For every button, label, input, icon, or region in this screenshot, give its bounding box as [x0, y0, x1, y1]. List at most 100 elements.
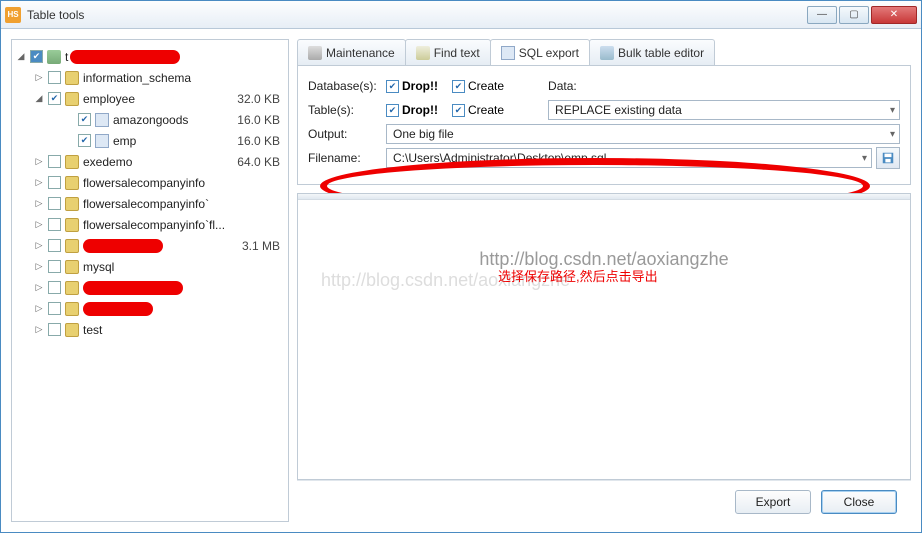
item-label: employee [83, 92, 135, 106]
db-drop-checkbox[interactable] [386, 80, 399, 93]
item-label: information_schema [83, 71, 191, 85]
item-size: 16.0 KB [237, 134, 284, 148]
server-checkbox[interactable] [30, 50, 43, 63]
database-icon [65, 281, 79, 295]
redaction [70, 50, 180, 64]
db-create-checkbox[interactable] [452, 80, 465, 93]
database-icon [65, 302, 79, 316]
item-checkbox[interactable] [48, 218, 61, 231]
item-checkbox[interactable] [48, 239, 61, 252]
tree-item[interactable]: ▷ [16, 298, 284, 319]
data-label: Data: [548, 79, 588, 93]
tab-bulk-editor[interactable]: Bulk table editor [589, 39, 715, 65]
wrench-icon [308, 46, 322, 60]
expand-icon[interactable]: ▷ [34, 324, 44, 335]
server-icon [47, 50, 61, 64]
item-checkbox[interactable] [48, 302, 61, 315]
expand-icon[interactable]: ▷ [34, 219, 44, 230]
tab-sql-export[interactable]: SQL export [490, 39, 590, 65]
tree-item[interactable]: ▷3.1 MB [16, 235, 284, 256]
output-toolbar [298, 194, 910, 200]
tree-item[interactable]: ▷ mysql [16, 256, 284, 277]
expand-icon[interactable]: ▷ [34, 240, 44, 251]
tbl-create-checkbox[interactable] [452, 104, 465, 117]
dialog-footer: Export Close [297, 480, 911, 522]
tree-item[interactable]: ▷ exedemo 64.0 KB [16, 151, 284, 172]
app-icon: HS [5, 7, 21, 23]
window-title: Table tools [27, 8, 807, 22]
sql-export-panel: Database(s): Drop!! Create Data: Table(s… [297, 66, 911, 185]
tree-item[interactable]: ▷ flowersalecompanyinfo [16, 172, 284, 193]
tree-pane[interactable]: ◢ t ▷information_schema◢employee32.0 KBa… [11, 39, 289, 522]
close-button[interactable]: Close [821, 490, 897, 514]
expand-icon[interactable]: ▷ [34, 261, 44, 272]
database-icon [65, 323, 79, 337]
content-area: ◢ t ▷information_schema◢employee32.0 KBa… [1, 29, 921, 532]
output-area: http://blog.csdn.net/aoxiangzhe http://b… [297, 193, 911, 480]
item-label: test [83, 323, 102, 337]
item-checkbox[interactable] [48, 197, 61, 210]
tree-item[interactable]: ▷ [16, 277, 284, 298]
tree-item[interactable]: ▷ test [16, 319, 284, 340]
database-icon [65, 92, 79, 106]
database-icon [65, 155, 79, 169]
tree-item[interactable]: amazongoods 16.0 KB [16, 109, 284, 130]
item-checkbox[interactable] [78, 113, 91, 126]
find-icon [416, 46, 430, 60]
tab-maintenance[interactable]: Maintenance [297, 39, 406, 65]
tree-item[interactable]: ▷ flowersalecompanyinfo` [16, 193, 284, 214]
tree-item[interactable]: ◢employee32.0 KB [16, 88, 284, 109]
database-icon [65, 197, 79, 211]
item-label: flowersalecompanyinfo` [83, 197, 209, 211]
floppy-icon [881, 151, 895, 165]
table-icon [95, 134, 109, 148]
item-label: flowersalecompanyinfo`fl... [83, 218, 225, 232]
database-icon [65, 239, 79, 253]
tab-find-text[interactable]: Find text [405, 39, 491, 65]
right-pane: Maintenance Find text SQL export Bulk ta… [297, 39, 911, 522]
item-checkbox[interactable] [78, 134, 91, 147]
item-checkbox[interactable] [48, 71, 61, 84]
item-checkbox[interactable] [48, 281, 61, 294]
tbl-drop-checkbox[interactable] [386, 104, 399, 117]
data-mode-select[interactable]: REPLACE existing data [548, 100, 900, 120]
database-icon [65, 71, 79, 85]
expand-icon[interactable]: ▷ [34, 156, 44, 167]
save-file-button[interactable] [876, 147, 900, 169]
item-label: exedemo [83, 155, 132, 169]
item-checkbox[interactable] [48, 92, 61, 105]
tab-bar: Maintenance Find text SQL export Bulk ta… [297, 39, 911, 66]
expand-icon[interactable]: ▷ [34, 282, 44, 293]
annotation-text: 选择保存路径,然后点击导出 [498, 266, 658, 285]
item-size: 64.0 KB [237, 155, 284, 169]
bulk-icon [600, 46, 614, 60]
item-checkbox[interactable] [48, 176, 61, 189]
item-label: amazongoods [113, 113, 188, 127]
maximize-button[interactable]: ▢ [839, 6, 869, 24]
export-button[interactable]: Export [735, 490, 811, 514]
redaction [83, 302, 153, 316]
expand-icon[interactable]: ◢ [34, 93, 44, 104]
item-size: 16.0 KB [237, 113, 284, 127]
item-checkbox[interactable] [48, 260, 61, 273]
tree-item[interactable]: emp16.0 KB [16, 130, 284, 151]
item-checkbox[interactable] [48, 323, 61, 336]
output-select[interactable]: One big file [386, 124, 900, 144]
expand-icon[interactable]: ▷ [34, 198, 44, 209]
collapse-icon[interactable]: ◢ [16, 51, 26, 62]
tree-item[interactable]: ▷ information_schema [16, 67, 284, 88]
item-checkbox[interactable] [48, 155, 61, 168]
tables-label: Table(s): [308, 103, 386, 117]
expand-icon[interactable]: ▷ [34, 303, 44, 314]
tree-item[interactable]: ▷ flowersalecompanyinfo`fl... [16, 214, 284, 235]
item-label: flowersalecompanyinfo [83, 176, 205, 190]
server-label: t [65, 50, 68, 64]
database-icon [65, 218, 79, 232]
database-icon [65, 176, 79, 190]
expand-icon[interactable]: ▷ [34, 177, 44, 188]
filename-input[interactable]: C:\Users\Administrator\Desktop\emp.sql [386, 148, 872, 168]
close-window-button[interactable]: ✕ [871, 6, 917, 24]
minimize-button[interactable]: — [807, 6, 837, 24]
expand-icon[interactable]: ▷ [34, 72, 44, 83]
item-label: mysql [83, 260, 114, 274]
